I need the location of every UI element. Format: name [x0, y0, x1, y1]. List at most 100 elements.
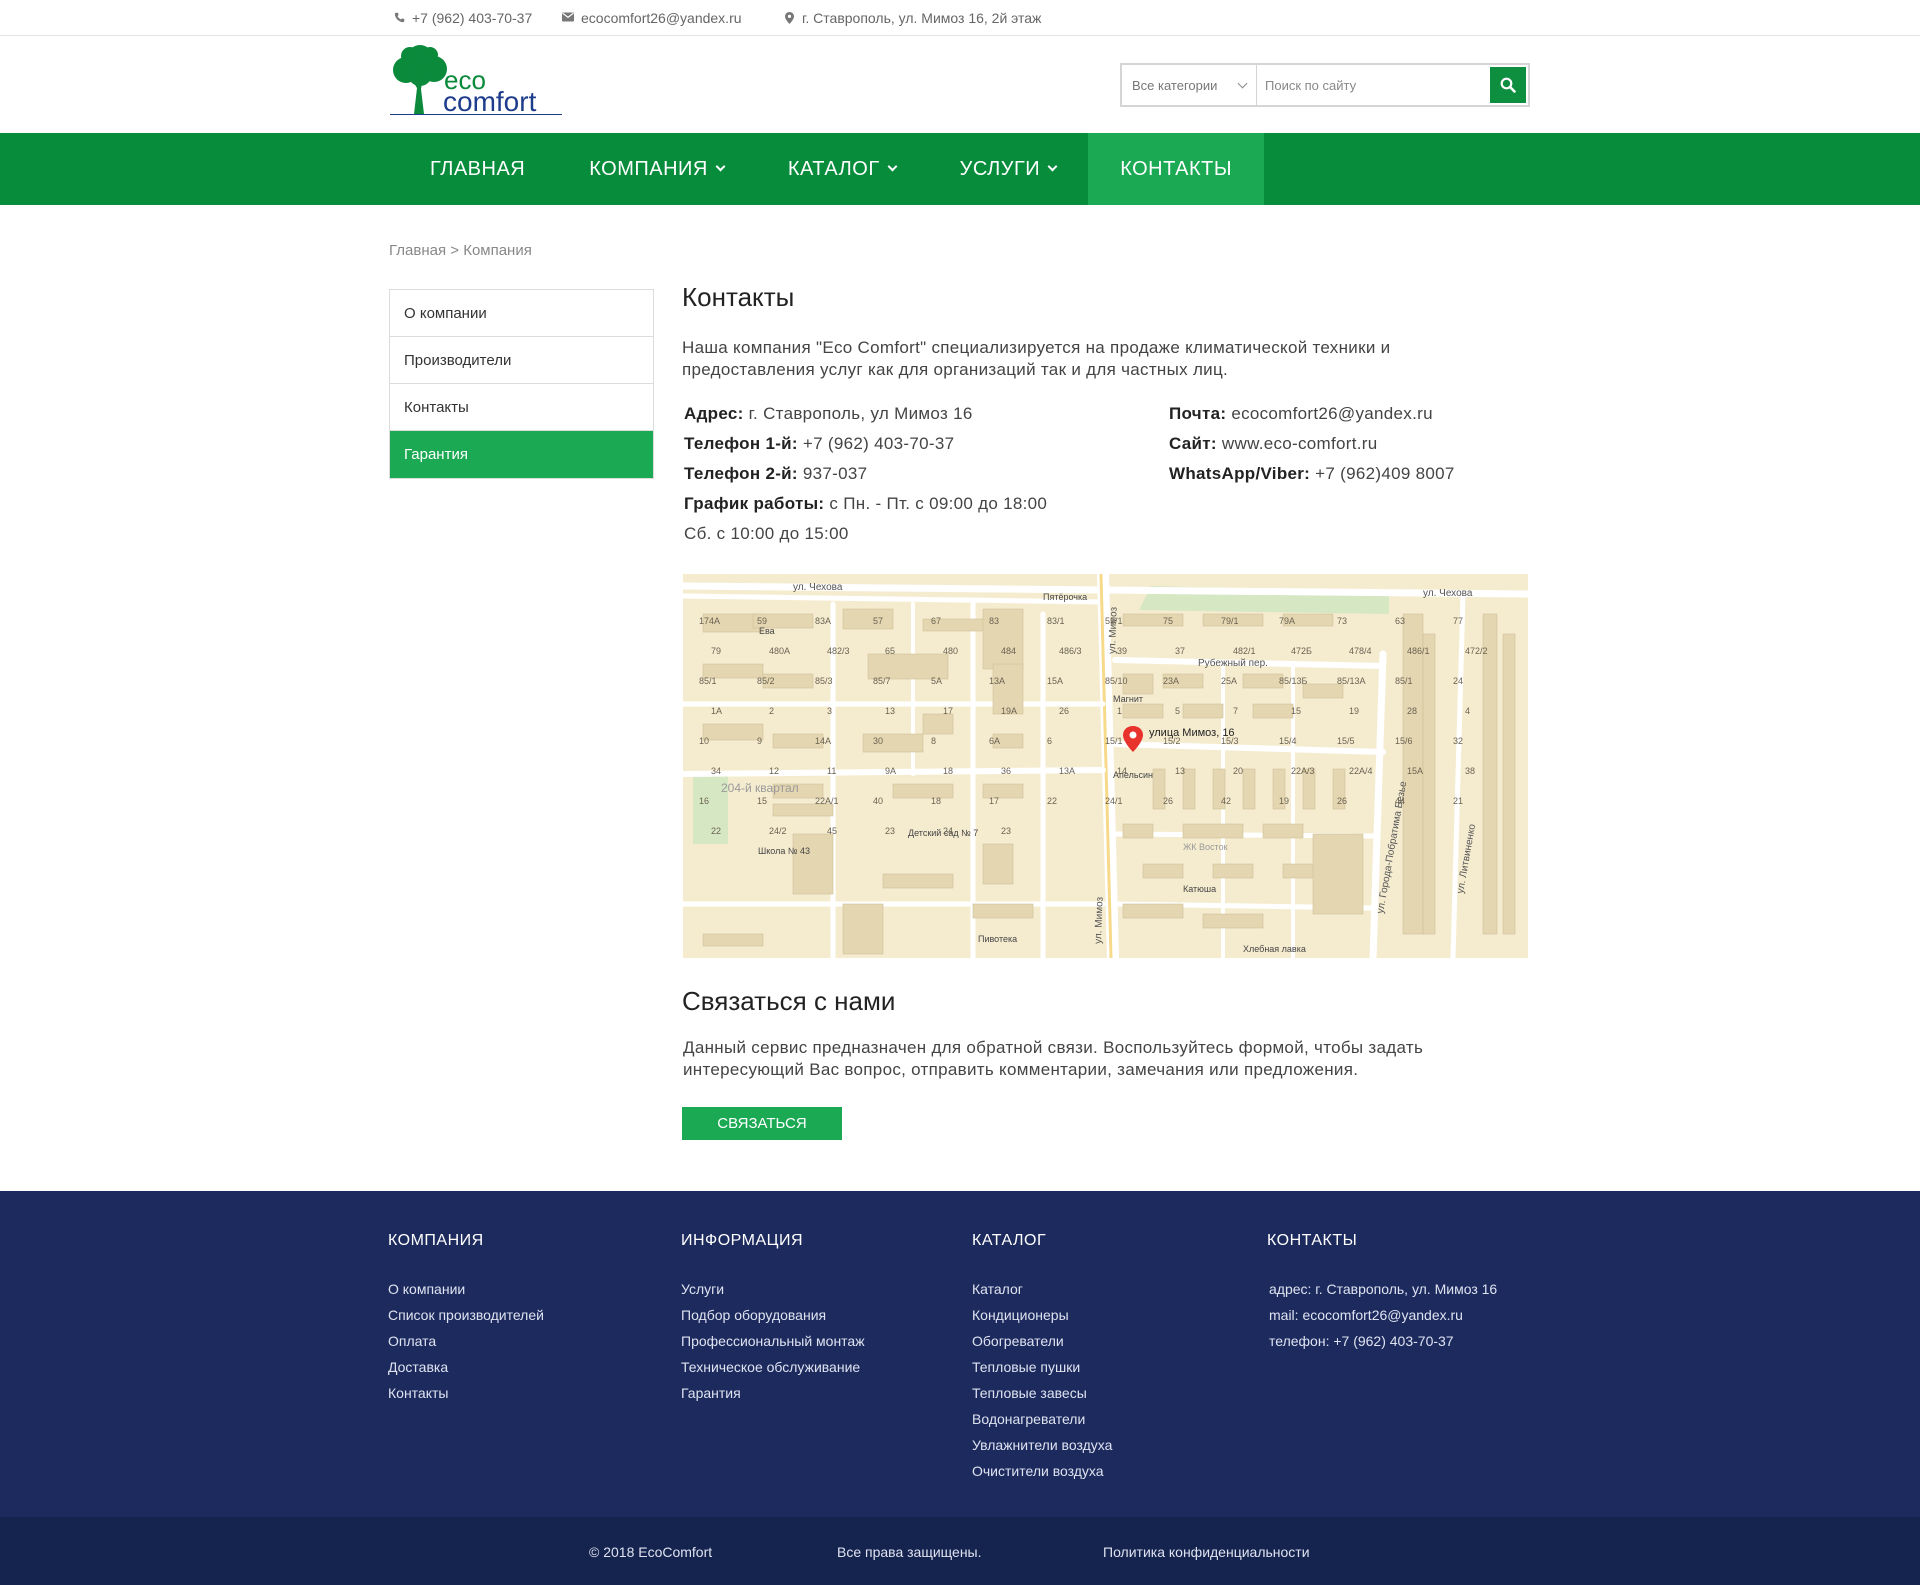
- map-house-number: 67: [931, 616, 941, 626]
- search-button[interactable]: [1490, 67, 1526, 103]
- sidebar-item-warranty[interactable]: Гарантия: [390, 431, 653, 478]
- map-house-number: 26: [1059, 706, 1069, 716]
- address-label: Адрес:: [684, 404, 744, 423]
- messenger-value[interactable]: +7 (962)409 8007: [1310, 464, 1455, 483]
- nav-company[interactable]: КОМПАНИЯ: [557, 133, 756, 205]
- map-house-number: 480: [943, 646, 958, 656]
- footer-link[interactable]: Оплата: [388, 1328, 544, 1354]
- map-house-number: 75: [1163, 616, 1173, 626]
- footer-link[interactable]: Тепловые пушки: [972, 1354, 1112, 1380]
- map-house-number: 85/13Б: [1279, 676, 1308, 686]
- privacy-link[interactable]: Политика конфиденциальности: [1103, 1544, 1310, 1560]
- search-input[interactable]: [1257, 65, 1488, 105]
- footer-link[interactable]: О компании: [388, 1276, 544, 1302]
- footer-link[interactable]: Гарантия: [681, 1380, 865, 1406]
- footer-link[interactable]: Контакты: [388, 1380, 544, 1406]
- phone-icon: [393, 12, 405, 24]
- footer-link[interactable]: Профессиональный монтаж: [681, 1328, 865, 1354]
- map-house-number: 11: [827, 766, 836, 776]
- footer-link[interactable]: Увлажнители воздуха: [972, 1432, 1112, 1458]
- map-house-number: 15: [1291, 706, 1301, 716]
- map-house-number: 25А: [1221, 676, 1237, 686]
- email-value[interactable]: ecocomfort26@yandex.ru: [1226, 404, 1433, 423]
- map-building: [882, 873, 954, 889]
- footer-link[interactable]: Список производителей: [388, 1302, 544, 1328]
- map-house-number: 83: [989, 616, 999, 626]
- map-house-number: 85/1: [1395, 676, 1413, 686]
- map-building: [1182, 823, 1244, 839]
- envelope-icon: [562, 12, 574, 24]
- map-building: [1122, 823, 1154, 839]
- page-title: Контакты: [682, 282, 795, 312]
- map-house-number: 478/4: [1349, 646, 1372, 656]
- footer-company: КОМПАНИЯ О компании Список производителе…: [388, 1232, 544, 1406]
- map-place-label: Школа № 43: [758, 846, 810, 856]
- phone2-label: Телефон 2-й:: [684, 464, 798, 483]
- nav-services[interactable]: УСЛУГИ: [928, 133, 1089, 205]
- map-house-number: 85/13А: [1337, 676, 1366, 686]
- map-building: [1182, 703, 1224, 719]
- sidebar-item-about[interactable]: О компании: [390, 290, 653, 337]
- footer-link[interactable]: Услуги: [681, 1276, 865, 1302]
- topbar-address: г. Ставрополь, ул. Мимоз 16, 2й этаж: [783, 10, 1041, 26]
- map-house-number: 22А/1: [815, 796, 839, 806]
- map-house-number: 39: [1117, 646, 1127, 656]
- topbar-email[interactable]: ecocomfort26@yandex.ru: [562, 10, 742, 26]
- nav-contacts[interactable]: КОНТАКТЫ: [1088, 133, 1265, 205]
- topbar-phone[interactable]: +7 (962) 403-70-37: [393, 10, 532, 26]
- breadcrumb-home[interactable]: Главная: [389, 242, 446, 259]
- map-house-number: 22: [711, 826, 721, 836]
- footer-link[interactable]: Кондиционеры: [972, 1302, 1112, 1328]
- footer-heading: КОМПАНИЯ: [388, 1232, 484, 1249]
- map-building: [1422, 633, 1436, 935]
- location-map[interactable]: ул. Чехова ул. Чехова Рубежный пер. ул. Мим…: [683, 574, 1528, 958]
- contact-us-button[interactable]: СВЯЗАТЬСЯ: [682, 1107, 842, 1140]
- footer-link[interactable]: Очистители воздуха: [972, 1458, 1112, 1484]
- breadcrumb-separator: >: [450, 242, 460, 259]
- footer-email[interactable]: mail: ecocomfort26@yandex.ru: [1267, 1302, 1497, 1328]
- site-logo[interactable]: eco comfort: [390, 44, 562, 117]
- footer: [0, 1191, 1920, 1517]
- map-house-number: 22: [1047, 796, 1057, 806]
- phone1-row: Телефон 1-й: +7 (962) 403-70-37: [684, 429, 1047, 459]
- phone2-value[interactable]: 937-037: [798, 464, 868, 483]
- map-place-label: Магнит: [1113, 694, 1143, 704]
- map-house-number: 85/7: [873, 676, 891, 686]
- nav-home[interactable]: ГЛАВНАЯ: [398, 133, 557, 205]
- footer-phone[interactable]: телефон: +7 (962) 403-70-37: [1267, 1328, 1497, 1354]
- address-value: г. Ставрополь, ул Мимоз 16: [743, 404, 973, 423]
- map-house-number: 37: [1175, 646, 1185, 656]
- footer-link[interactable]: Водонагреватели: [972, 1406, 1112, 1432]
- map-house-number: 17: [943, 706, 953, 716]
- sidebar-item-contacts[interactable]: Контакты: [390, 384, 653, 431]
- breadcrumb-current: Компания: [463, 242, 532, 259]
- map-house-number: 40: [873, 796, 883, 806]
- map-house-number: 15А: [1047, 676, 1063, 686]
- sidebar-item-label: Контакты: [404, 398, 469, 416]
- footer-link[interactable]: Доставка: [388, 1354, 544, 1380]
- map-building: [1302, 683, 1344, 699]
- map-house-number: 79: [711, 646, 721, 656]
- contact-section-title: Связаться с нами: [682, 986, 896, 1016]
- phone1-label: Телефон 1-й:: [684, 434, 798, 453]
- category-select[interactable]: Все категории: [1122, 65, 1257, 105]
- breadcrumb: Главная > Компания: [389, 242, 532, 259]
- messenger-row: WhatsApp/Viber: +7 (962)409 8007: [1169, 459, 1455, 489]
- map-house-number: 15А: [1407, 766, 1423, 776]
- footer-link[interactable]: Тепловые завесы: [972, 1380, 1112, 1406]
- map-house-number: 3: [827, 706, 832, 716]
- footer-link[interactable]: Техническое обслуживание: [681, 1354, 865, 1380]
- site-value[interactable]: www.eco-comfort.ru: [1217, 434, 1378, 453]
- map-house-number: 24: [943, 826, 953, 836]
- nav-catalog[interactable]: КАТАЛОГ: [756, 133, 928, 205]
- phone1-value[interactable]: +7 (962) 403-70-37: [798, 434, 954, 453]
- map-building: [862, 733, 924, 753]
- map-building: [1482, 613, 1498, 935]
- footer-link[interactable]: Каталог: [972, 1276, 1112, 1302]
- sidebar-item-manufacturers[interactable]: Производители: [390, 337, 653, 384]
- footer-link[interactable]: Обогреватели: [972, 1328, 1112, 1354]
- map-place-label: Пивотека: [978, 934, 1017, 944]
- footer-link[interactable]: Подбор оборудования: [681, 1302, 865, 1328]
- map-house-number: 85/1: [699, 676, 717, 686]
- main-nav: ГЛАВНАЯ КОМПАНИЯ КАТАЛОГ УСЛУГИ КОНТАКТЫ: [0, 133, 1920, 205]
